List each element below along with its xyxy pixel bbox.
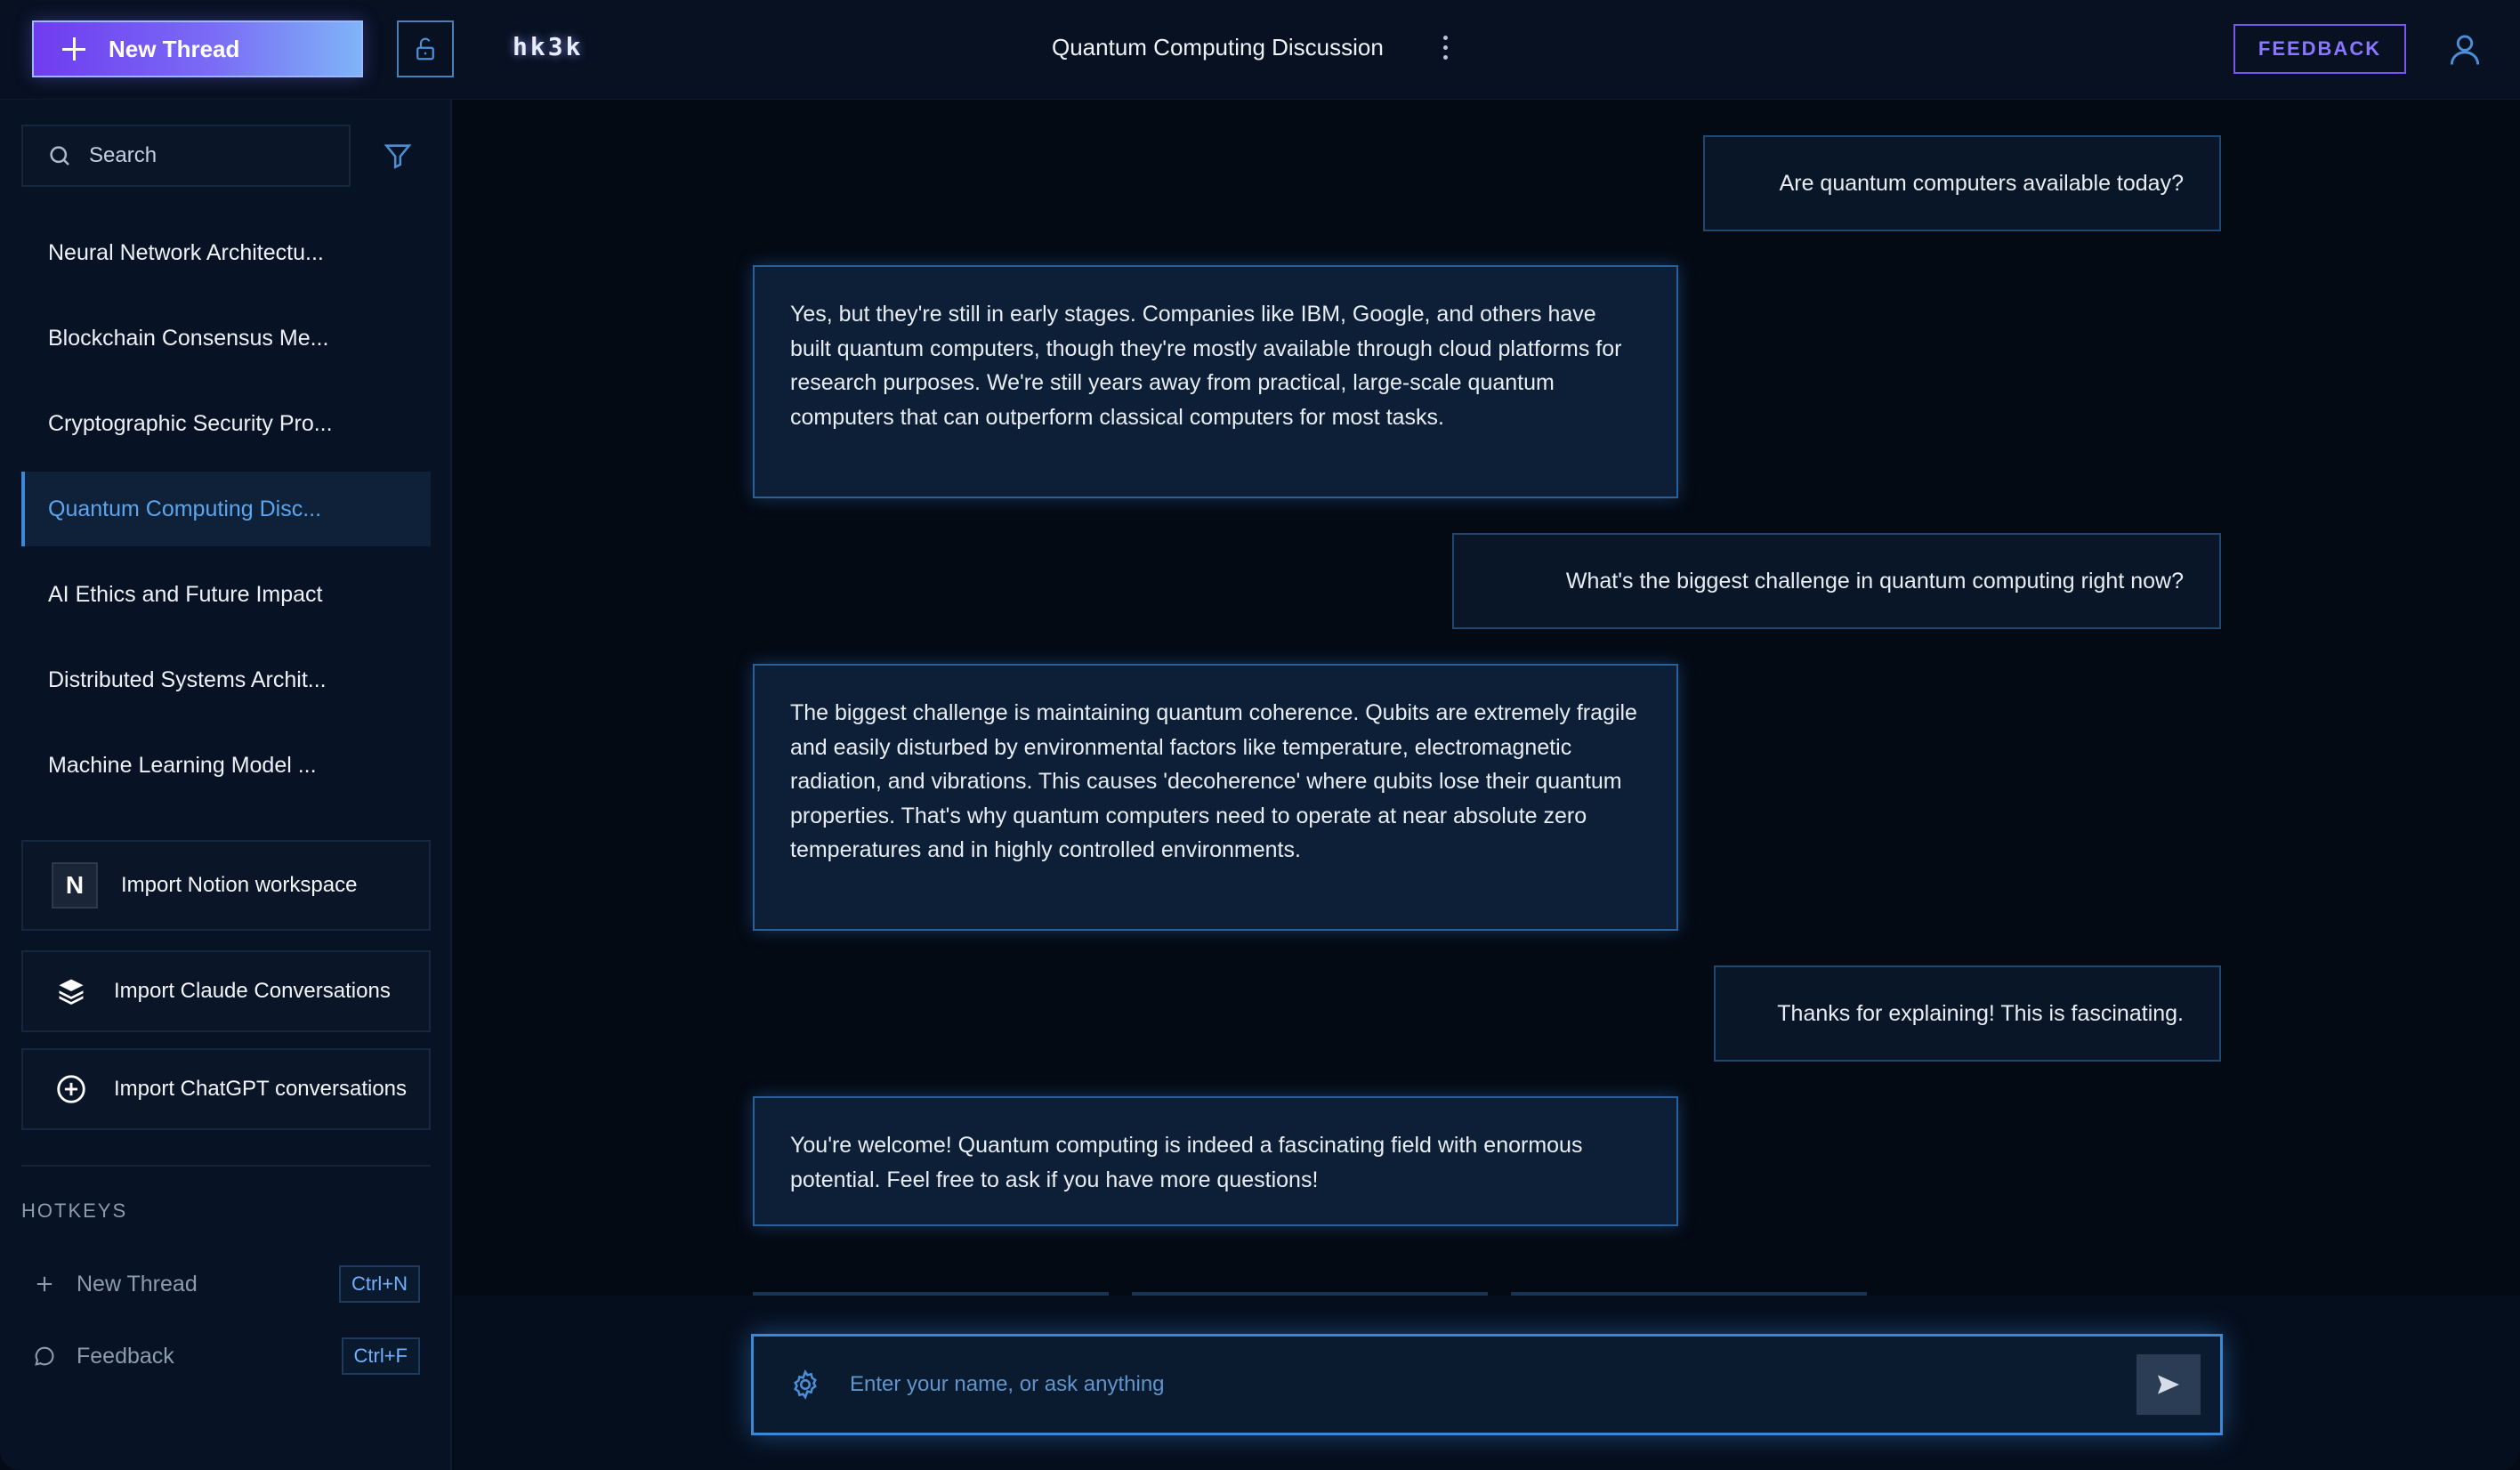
thread-list: Neural Network Architectu... Blockchain … — [21, 215, 431, 813]
import-notion-button[interactable]: N Import Notion workspace — [21, 840, 431, 931]
user-icon[interactable] — [2445, 30, 2484, 69]
thread-item-quantum-computing[interactable]: Quantum Computing Disc... — [21, 472, 431, 546]
thread-menu-icon[interactable] — [1440, 36, 1450, 64]
thread-item-cryptographic[interactable]: Cryptographic Security Pro... — [21, 386, 431, 461]
feedback-button[interactable]: FEEDBACK — [2233, 24, 2406, 74]
search-input[interactable] — [89, 143, 338, 168]
message-text: The biggest challenge is maintaining qua… — [790, 700, 1637, 862]
plus-icon — [61, 36, 87, 62]
plus-icon — [36, 1276, 52, 1292]
plus-circle-icon — [52, 1070, 91, 1109]
hotkey-feedback[interactable]: Feedback Ctrl+F — [32, 1337, 420, 1376]
hotkey-feedback-label: Feedback — [77, 1343, 174, 1369]
message-assistant: You're welcome! Quantum computing is ind… — [753, 1096, 1678, 1226]
thread-item-machine-learning[interactable]: Machine Learning Model ... — [21, 728, 431, 803]
import-chatgpt-button[interactable]: Import ChatGPT conversations — [21, 1048, 431, 1130]
thread-item-neural-network[interactable]: Neural Network Architectu... — [21, 215, 431, 290]
message-assistant: Yes, but they're still in early stages. … — [753, 265, 1678, 498]
top-bar: New Thread hk3k Quantum Computing Discus… — [0, 0, 2520, 100]
search-icon — [50, 146, 69, 166]
hotkey-new-thread-key: Ctrl+N — [339, 1265, 420, 1303]
filter-icon[interactable] — [383, 141, 413, 171]
send-button[interactable] — [2136, 1354, 2201, 1415]
notion-icon: N — [52, 862, 98, 909]
new-thread-label: New Thread — [109, 35, 240, 62]
send-icon — [2158, 1375, 2179, 1394]
thread-item-ai-ethics[interactable]: AI Ethics and Future Impact — [21, 557, 431, 632]
hotkey-new-thread[interactable]: New Thread Ctrl+N — [32, 1264, 420, 1304]
layers-icon — [52, 972, 91, 1011]
import-notion-label: Import Notion workspace — [121, 873, 358, 897]
hotkey-new-thread-label: New Thread — [77, 1271, 198, 1296]
sidebar: Neural Network Architectu... Blockchain … — [0, 100, 452, 1470]
thread-title: Quantum Computing Discussion — [1052, 34, 1384, 61]
message-text: Thanks for explaining! This is fascinati… — [1777, 1000, 2184, 1026]
message-text: Are quantum computers available today? — [1779, 170, 2184, 196]
message-text: Yes, but they're still in early stages. … — [790, 302, 1622, 430]
brand-logo-text: hk3k — [513, 32, 584, 61]
new-thread-button[interactable]: New Thread — [32, 20, 363, 77]
thread-item-distributed-systems[interactable]: Distributed Systems Archit... — [21, 642, 431, 717]
message-text: You're welcome! Quantum computing is ind… — [790, 1133, 1583, 1192]
import-claude-button[interactable]: Import Claude Conversations — [21, 950, 431, 1032]
lock-button[interactable] — [397, 20, 454, 77]
message-text: What's the biggest challenge in quantum … — [1565, 568, 2184, 594]
unlock-icon — [416, 37, 434, 61]
hotkeys-title: HOTKEYS — [21, 1199, 128, 1222]
search-box[interactable] — [21, 125, 351, 187]
thread-item-blockchain[interactable]: Blockchain Consensus Me... — [21, 301, 431, 376]
message-assistant: The biggest challenge is maintaining qua… — [753, 664, 1678, 931]
composer — [751, 1334, 2223, 1435]
import-chatgpt-label: Import ChatGPT conversations — [114, 1077, 408, 1101]
message-user: Are quantum computers available today? — [1703, 135, 2221, 231]
message-user: What's the biggest challenge in quantum … — [1452, 533, 2221, 629]
hotkey-feedback-key: Ctrl+F — [341, 1337, 420, 1375]
message-input[interactable] — [850, 1372, 2136, 1397]
chat-bubble-icon — [35, 1346, 54, 1366]
import-claude-label: Import Claude Conversations — [114, 979, 391, 1003]
gear-icon[interactable] — [789, 1369, 821, 1401]
sidebar-divider — [21, 1165, 431, 1167]
message-user: Thanks for explaining! This is fascinati… — [1714, 965, 2221, 1062]
app-window: New Thread hk3k Quantum Computing Discus… — [0, 0, 2520, 1470]
